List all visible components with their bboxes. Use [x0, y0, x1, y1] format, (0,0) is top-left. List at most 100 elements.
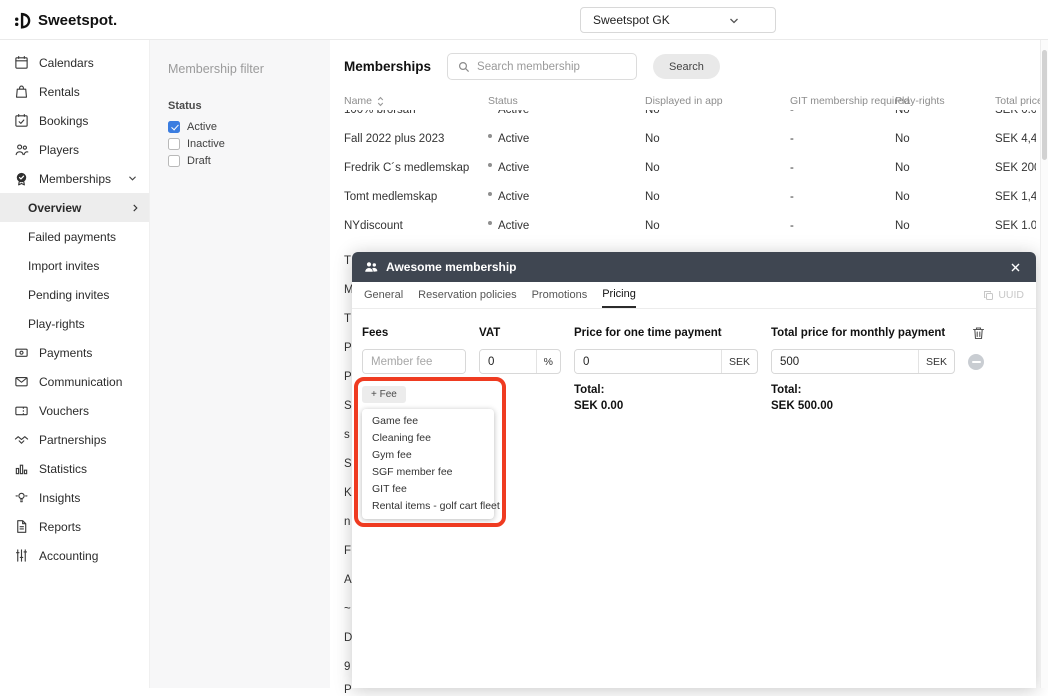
search-box[interactable] [447, 53, 637, 80]
table-row-name-clipped: s [344, 429, 350, 441]
one-time-total: Total: SEK 0.00 [574, 384, 758, 412]
monthly-price-field[interactable]: SEK [771, 349, 955, 374]
table-row-name-clipped: n [344, 516, 350, 528]
vat-field[interactable]: % [479, 349, 561, 374]
vat-input[interactable] [480, 350, 536, 373]
sidebar-item-memberships[interactable]: Memberships [0, 164, 149, 193]
percent-unit-label: % [536, 350, 560, 373]
table-row[interactable]: NYdiscount Active No - No SEK 1.00 [330, 211, 1048, 240]
status-group-label: Status [168, 100, 312, 112]
sidebar-subitem-overview[interactable]: Overview [0, 193, 149, 222]
tab-reservation-policies[interactable]: Reservation policies [418, 282, 516, 308]
table-row[interactable]: Fredrik C´s medlemskap Active No - No SE… [330, 153, 1048, 182]
brand: Sweetspot. [14, 0, 117, 40]
fee-option-cleaning-fee[interactable]: Cleaning fee [362, 430, 494, 447]
memberships-badge-icon [14, 171, 29, 186]
sidebar-item-calendars[interactable]: Calendars [0, 48, 149, 77]
search-icon [458, 61, 470, 73]
tab-pricing[interactable]: Pricing [602, 282, 636, 308]
table-row-name-clipped: ~ [344, 603, 351, 615]
fee-name-input[interactable] [363, 350, 465, 373]
monthly-price-column-header: Total price for monthly payment [771, 327, 955, 339]
fee-option-gym-fee[interactable]: Gym fee [362, 447, 494, 464]
column-header-git-membership-required: GIT membership required [790, 95, 895, 107]
tab-promotions[interactable]: Promotions [532, 282, 588, 308]
search-input[interactable] [477, 61, 626, 73]
sidebar-item-statistics[interactable]: Statistics [0, 454, 149, 483]
fee-type-dropdown: Game fee Cleaning fee Gym fee SGF member… [362, 409, 494, 519]
currency-unit-label: SEK [721, 350, 757, 373]
sort-icon [376, 96, 385, 107]
sidebar-subitem-import-invites[interactable]: Import invites [0, 251, 149, 280]
fee-name-field[interactable] [362, 349, 466, 374]
sidebar-item-players[interactable]: Players [0, 135, 149, 164]
filter-title: Membership filter [168, 62, 312, 76]
club-selector-dropdown[interactable]: Sweetspot GK [580, 7, 776, 33]
sidebar-subitem-play-rights[interactable]: Play-rights [0, 309, 149, 338]
column-header-displayed-in-app: Displayed in app [645, 95, 790, 107]
rentals-bag-icon [14, 84, 29, 99]
handshake-icon [14, 432, 29, 447]
tab-general[interactable]: General [364, 282, 403, 308]
sidebar-subitem-pending-invites[interactable]: Pending invites [0, 280, 149, 309]
status-badge: Active [488, 110, 529, 116]
sidebar-item-partnerships[interactable]: Partnerships [0, 425, 149, 454]
filter-option-active[interactable]: Active [168, 121, 312, 133]
one-time-price-input[interactable] [575, 350, 721, 373]
mail-icon [14, 374, 29, 389]
sidebar-item-accounting[interactable]: Accounting [0, 541, 149, 570]
vat-column-header: VAT [479, 327, 561, 339]
search-button[interactable]: Search [653, 54, 720, 79]
fee-option-git-fee[interactable]: GIT fee [362, 481, 494, 498]
sidebar-item-communication[interactable]: Communication [0, 367, 149, 396]
scrollbar-thumb[interactable] [1042, 50, 1047, 160]
table-row-name-clipped: T [344, 255, 351, 267]
checkbox-unchecked-icon[interactable] [168, 138, 180, 150]
table-row[interactable]: 100% brorsan Active No - No SEK 0.00 [330, 110, 1048, 124]
sidebar-item-insights[interactable]: Insights [0, 483, 149, 512]
sidebar-item-bookings[interactable]: Bookings [0, 106, 149, 135]
bar-chart-icon [14, 461, 29, 476]
sidebar-item-vouchers[interactable]: Vouchers [0, 396, 149, 425]
remove-fee-row-button[interactable] [968, 354, 984, 370]
sidebar-item-payments[interactable]: Payments [0, 338, 149, 367]
column-header-status: Status [488, 95, 645, 107]
filter-option-inactive[interactable]: Inactive [168, 138, 312, 150]
status-badge: Active [488, 191, 529, 203]
table-row-name-clipped: P [344, 342, 352, 354]
sidebar-subitem-failed-payments[interactable]: Failed payments [0, 222, 149, 251]
fee-option-game-fee[interactable]: Game fee [362, 413, 494, 430]
pricing-column-headers: Fees VAT Price for one time payment Tota… [362, 321, 1026, 345]
table-row[interactable]: Tomt medlemskap Active No - No SEK 1,400… [330, 182, 1048, 211]
monthly-price-input[interactable] [772, 350, 918, 373]
status-badge: Active [488, 133, 529, 145]
one-time-price-field[interactable]: SEK [574, 349, 758, 374]
checkbox-checked-icon[interactable] [168, 121, 180, 133]
topbar: Sweetspot. Sweetspot GK [0, 0, 1048, 40]
payments-icon [14, 345, 29, 360]
delete-fees-button[interactable] [968, 326, 988, 340]
close-button[interactable] [1007, 259, 1024, 276]
sidebar-item-rentals[interactable]: Rentals [0, 77, 149, 106]
fee-option-sgf-member-fee[interactable]: SGF member fee [362, 464, 494, 481]
sidebar-item-reports[interactable]: Reports [0, 512, 149, 541]
add-fee-button[interactable]: + Fee [362, 386, 406, 403]
status-badge: Active [488, 162, 529, 174]
checkbox-unchecked-icon[interactable] [168, 155, 180, 167]
pricing-tab-content: Fees VAT Price for one time payment Tota… [352, 309, 1036, 556]
uuid-button[interactable]: UUID [983, 289, 1024, 301]
table-row-name-clipped: 9 [344, 661, 350, 673]
fee-option-rental-items[interactable]: Rental items - golf cart fleet [362, 498, 494, 515]
table-row-name-clipped: P [344, 684, 352, 696]
chevron-down-icon [729, 17, 739, 25]
totals-row: + Fee Game fee Cleaning fee Gym fee SGF … [362, 384, 1026, 544]
add-fee-area: + Fee Game fee Cleaning fee Gym fee SGF … [362, 384, 466, 544]
filter-option-draft[interactable]: Draft [168, 155, 312, 167]
table-row[interactable]: Fall 2022 plus 2023 Active No - No SEK 4… [330, 124, 1048, 153]
clipped-first-row-wrapper: 100% brorsan Active No - No SEK 0.00 [330, 110, 1048, 124]
bookings-calendar-check-icon [14, 113, 29, 128]
table-row-name-clipped: K [344, 487, 352, 499]
column-header-name[interactable]: Name [344, 95, 488, 107]
club-selector-value: Sweetspot GK [593, 13, 670, 27]
document-icon [14, 519, 29, 534]
